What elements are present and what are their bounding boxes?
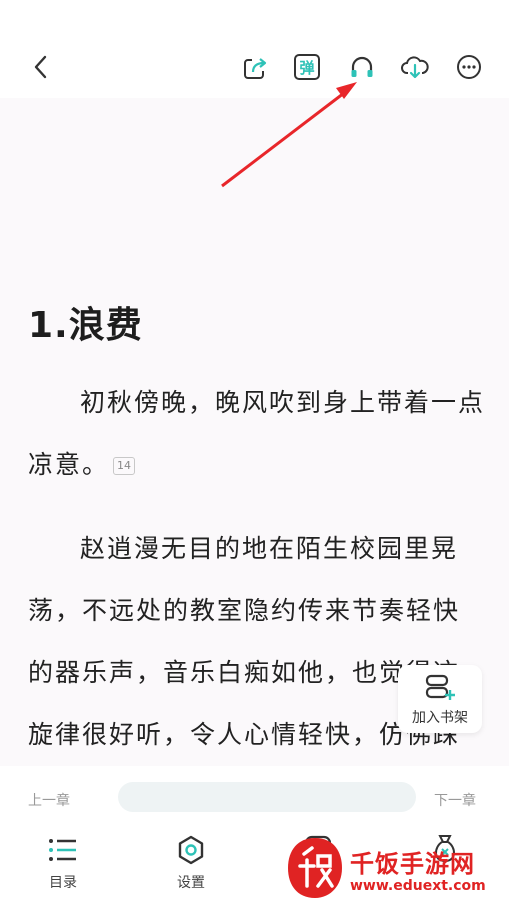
watermark-logo-icon	[288, 838, 342, 898]
paragraph-1: 初秋傍晚，晚风吹到身上带着一点凉意。 14	[28, 372, 486, 496]
download-button[interactable]	[399, 52, 431, 82]
tab-settings[interactable]: 设置	[146, 830, 236, 906]
watermark-text: 千饭手游网	[350, 850, 475, 878]
chapter-progress: 上一章 下一章	[0, 766, 509, 830]
headphones-icon	[351, 56, 373, 77]
tab-settings-label: 设置	[177, 875, 205, 891]
danmaku-button[interactable]: 弹	[294, 54, 320, 80]
top-toolbar: 弹	[0, 0, 509, 98]
danmaku-label: 弹	[299, 58, 315, 77]
prev-chapter-button[interactable]: 上一章	[28, 790, 70, 810]
site-watermark: 千饭手游网 www.eduext.com	[280, 830, 509, 906]
progress-slider[interactable]	[118, 782, 416, 812]
list-icon	[49, 839, 76, 861]
tab-catalog[interactable]: 目录	[18, 830, 108, 906]
add-to-shelf-label: 加入书架	[412, 710, 468, 726]
next-chapter-button[interactable]: 下一章	[434, 790, 476, 810]
bookshelf-add-icon	[425, 674, 455, 700]
back-button[interactable]	[26, 52, 56, 82]
tab-catalog-label: 目录	[49, 875, 77, 891]
cloud-download-icon	[401, 56, 429, 79]
paragraph-text: 赵逍漫无目的地在陌生校园里晃荡，不远处的教室隐约传来节奏轻快的器乐声，音乐白痴如…	[28, 534, 461, 749]
more-button[interactable]	[455, 53, 483, 81]
listen-button[interactable]	[347, 52, 377, 82]
watermark-url: www.eduext.com	[350, 878, 486, 894]
add-to-shelf-button[interactable]: 加入书架	[398, 665, 482, 733]
comment-count-badge[interactable]: 14	[113, 457, 136, 475]
chevron-left-icon	[34, 55, 47, 79]
settings-icon	[178, 835, 204, 865]
more-icon	[457, 55, 481, 79]
share-button[interactable]	[240, 53, 270, 83]
chapter-title: 1.浪费	[28, 305, 143, 346]
paragraph-text: 初秋傍晚，晚风吹到身上带着一点凉意。	[28, 388, 486, 479]
share-icon	[244, 58, 267, 79]
